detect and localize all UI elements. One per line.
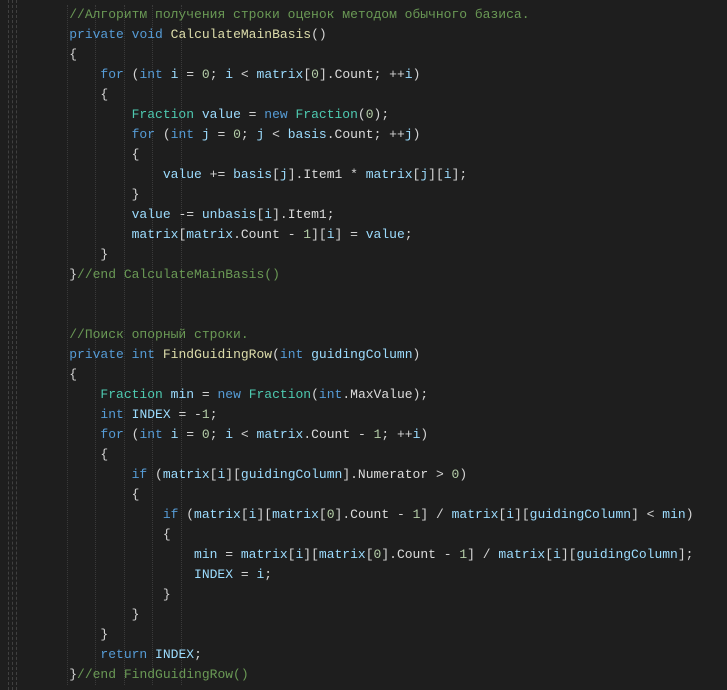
code-line[interactable]: //Алгоритм получения строки оценок метод… [38, 5, 694, 25]
code-line[interactable]: } [38, 625, 694, 645]
code-line[interactable]: //Поиск опорный строки. [38, 325, 694, 345]
code-line[interactable]: }//end CalculateMainBasis() [38, 265, 694, 285]
editor-gutter [0, 0, 20, 690]
code-line[interactable]: INDEX = i; [38, 565, 694, 585]
code-editor[interactable]: //Алгоритм получения строки оценок метод… [0, 0, 727, 690]
code-line[interactable] [38, 305, 694, 325]
code-line[interactable]: if (matrix[i][matrix[0].Count - 1] / mat… [38, 505, 694, 525]
code-line[interactable]: { [38, 365, 694, 385]
code-line[interactable]: if (matrix[i][guidingColumn].Numerator >… [38, 465, 694, 485]
code-line[interactable]: value += basis[j].Item1 * matrix[j][i]; [38, 165, 694, 185]
code-line[interactable]: private void CalculateMainBasis() [38, 25, 694, 45]
code-line[interactable]: private int FindGuidingRow(int guidingCo… [38, 345, 694, 365]
code-line[interactable]: Fraction value = new Fraction(0); [38, 105, 694, 125]
code-line[interactable]: { [38, 85, 694, 105]
code-line[interactable]: { [38, 525, 694, 545]
code-line[interactable]: value -= unbasis[i].Item1; [38, 205, 694, 225]
code-line[interactable]: matrix[matrix.Count - 1][i] = value; [38, 225, 694, 245]
code-line[interactable]: int INDEX = -1; [38, 405, 694, 425]
code-line[interactable]: { [38, 45, 694, 65]
code-line[interactable]: { [38, 485, 694, 505]
code-line[interactable]: { [38, 145, 694, 165]
code-line[interactable]: return INDEX; [38, 645, 694, 665]
code-line[interactable]: } [38, 185, 694, 205]
code-line[interactable]: Fraction min = new Fraction(int.MaxValue… [38, 385, 694, 405]
code-line[interactable]: { [38, 445, 694, 465]
code-line[interactable]: } [38, 605, 694, 625]
code-line[interactable] [38, 285, 694, 305]
code-line[interactable]: for (int j = 0; j < basis.Count; ++j) [38, 125, 694, 145]
code-line[interactable]: }//end FindGuidingRow() [38, 665, 694, 685]
code-line[interactable]: min = matrix[i][matrix[0].Count - 1] / m… [38, 545, 694, 565]
code-line[interactable]: } [38, 245, 694, 265]
code-line[interactable]: for (int i = 0; i < matrix.Count - 1; ++… [38, 425, 694, 445]
code-area[interactable]: //Алгоритм получения строки оценок метод… [20, 0, 704, 690]
code-line[interactable]: for (int i = 0; i < matrix[0].Count; ++i… [38, 65, 694, 85]
code-line[interactable]: } [38, 585, 694, 605]
